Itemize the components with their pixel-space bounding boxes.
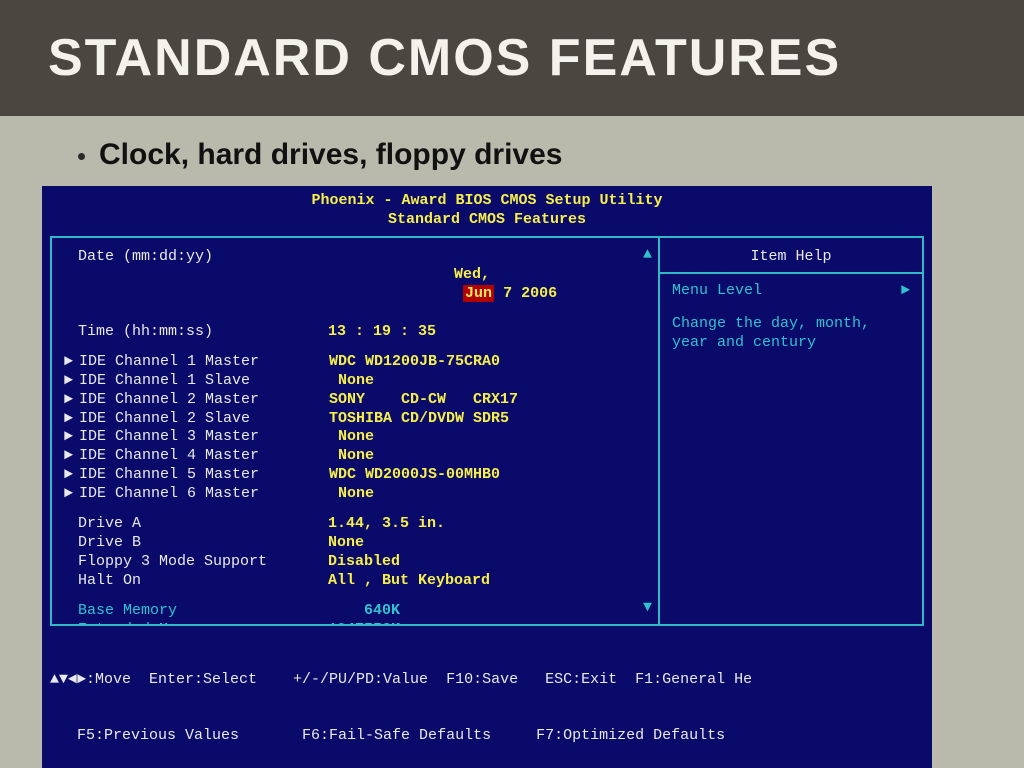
ide-row[interactable]: ► IDE Channel 1 Slave None bbox=[64, 372, 650, 391]
ide-label: IDE Channel 4 Master bbox=[79, 447, 329, 466]
submenu-icon: ► bbox=[901, 282, 910, 301]
drive-value: All , But Keyboard bbox=[328, 572, 490, 591]
ide-value: WDC WD1200JB-75CRA0 bbox=[329, 353, 500, 372]
ide-value: None bbox=[329, 372, 374, 391]
submenu-icon: ► bbox=[64, 466, 73, 485]
drive-label: Halt On bbox=[78, 572, 328, 591]
ide-row[interactable]: ► IDE Channel 4 Master None bbox=[64, 447, 650, 466]
ide-value: None bbox=[329, 428, 374, 447]
submenu-icon: ► bbox=[64, 447, 73, 466]
ide-label: IDE Channel 1 Slave bbox=[79, 372, 329, 391]
drive-row[interactable]: Drive BNone bbox=[64, 534, 650, 553]
ide-label: IDE Channel 2 Master bbox=[79, 391, 329, 410]
drive-value: None bbox=[328, 534, 364, 553]
key-hint-line-2: F5:Previous Values F6:Fail-Safe Defaults… bbox=[50, 727, 924, 746]
bios-screenshot: Phoenix - Award BIOS CMOS Setup Utility … bbox=[42, 186, 932, 768]
submenu-icon: ► bbox=[64, 372, 73, 391]
ide-row[interactable]: ► IDE Channel 6 Master None bbox=[64, 485, 650, 504]
ide-row[interactable]: ► IDE Channel 3 Master None bbox=[64, 428, 650, 447]
ide-value: SONY CD-CW CRX17 bbox=[329, 391, 518, 410]
drive-row[interactable]: Halt OnAll , But Keyboard bbox=[64, 572, 650, 591]
key-hint-line-1: ▲▼◄►:Move Enter:Select +/-/PU/PD:Value F… bbox=[50, 671, 924, 690]
ide-label: IDE Channel 1 Master bbox=[79, 353, 329, 372]
help-title: Item Help bbox=[672, 248, 910, 273]
time-value: 13 : 19 : 35 bbox=[328, 323, 436, 342]
memory-label: Extended Memory bbox=[78, 621, 328, 624]
drive-row[interactable]: Floppy 3 Mode SupportDisabled bbox=[64, 553, 650, 572]
drive-label: Drive B bbox=[78, 534, 328, 553]
ide-value: TOSHIBA CD/DVDW SDR5 bbox=[329, 410, 509, 429]
slide-title-band: STANDARD CMOS FEATURES bbox=[0, 0, 1024, 116]
time-row[interactable]: Time (hh:mm:ss) 13 : 19 : 35 bbox=[64, 323, 650, 342]
bullet-icon bbox=[78, 153, 85, 160]
memory-value: 640K bbox=[328, 602, 400, 621]
bullet-text: Clock, hard drives, floppy drives bbox=[99, 138, 562, 172]
ide-row[interactable]: ► IDE Channel 1 MasterWDC WD1200JB-75CRA0 bbox=[64, 353, 650, 372]
help-body: Change the day, month, year and century bbox=[672, 315, 910, 353]
drive-label: Drive A bbox=[78, 515, 328, 534]
submenu-icon: ► bbox=[64, 353, 73, 372]
submenu-icon: ► bbox=[64, 428, 73, 447]
submenu-icon: ► bbox=[64, 410, 73, 429]
memory-row: Base Memory 640K bbox=[64, 602, 650, 621]
drive-value: Disabled bbox=[328, 553, 400, 572]
slide-title: STANDARD CMOS FEATURES bbox=[48, 28, 976, 88]
submenu-icon: ► bbox=[64, 391, 73, 410]
bullet-item: Clock, hard drives, floppy drives bbox=[78, 138, 976, 172]
drive-row[interactable]: Drive A1.44, 3.5 in. bbox=[64, 515, 650, 534]
drive-label: Floppy 3 Mode Support bbox=[78, 553, 328, 572]
scroll-down-icon: ▼ bbox=[643, 599, 652, 618]
ide-label: IDE Channel 2 Slave bbox=[79, 410, 329, 429]
help-level-label: Menu Level bbox=[672, 282, 762, 301]
ide-value: WDC WD2000JS-00MHB0 bbox=[329, 466, 500, 485]
memory-label: Base Memory bbox=[78, 602, 328, 621]
memory-value: 1047552K bbox=[328, 621, 400, 624]
ide-row[interactable]: ► IDE Channel 2 SlaveTOSHIBA CD/DVDW SDR5 bbox=[64, 410, 650, 429]
drive-value: 1.44, 3.5 in. bbox=[328, 515, 445, 534]
date-label: Date (mm:dd:yy) bbox=[78, 248, 328, 323]
help-menu-level: Menu Level ► bbox=[672, 282, 910, 301]
bios-help-panel: Item Help Menu Level ► Change the day, m… bbox=[660, 238, 922, 624]
date-weekday: Wed, bbox=[454, 266, 490, 283]
ide-row[interactable]: ► IDE Channel 2 MasterSONY CD-CW CRX17 bbox=[64, 391, 650, 410]
presentation-slide: STANDARD CMOS FEATURES Clock, hard drive… bbox=[0, 0, 1024, 768]
scroll-up-icon: ▲ bbox=[643, 246, 652, 265]
date-rest: 7 2006 bbox=[494, 285, 557, 302]
bios-settings-panel: ▲ ▼ Date (mm:dd:yy) Wed, Jun 7 2006 Time… bbox=[52, 238, 660, 624]
ide-value: None bbox=[329, 447, 374, 466]
memory-row: Extended Memory1047552K bbox=[64, 621, 650, 624]
time-label: Time (hh:mm:ss) bbox=[78, 323, 328, 342]
submenu-icon: ► bbox=[64, 485, 73, 504]
bios-frame: ▲ ▼ Date (mm:dd:yy) Wed, Jun 7 2006 Time… bbox=[50, 236, 924, 626]
help-divider bbox=[660, 272, 922, 274]
ide-row[interactable]: ► IDE Channel 5 MasterWDC WD2000JS-00MHB0 bbox=[64, 466, 650, 485]
ide-label: IDE Channel 3 Master bbox=[79, 428, 329, 447]
bios-header-2: Standard CMOS Features bbox=[50, 211, 924, 230]
slide-body: Clock, hard drives, floppy drives Phoeni… bbox=[0, 116, 1024, 768]
date-row[interactable]: Date (mm:dd:yy) Wed, Jun 7 2006 bbox=[64, 248, 650, 323]
date-month-selected[interactable]: Jun bbox=[463, 285, 494, 302]
ide-label: IDE Channel 5 Master bbox=[79, 466, 329, 485]
bios-header-1: Phoenix - Award BIOS CMOS Setup Utility bbox=[50, 192, 924, 211]
ide-value: None bbox=[329, 485, 374, 504]
ide-label: IDE Channel 6 Master bbox=[79, 485, 329, 504]
bios-key-hints: ▲▼◄►:Move Enter:Select +/-/PU/PD:Value F… bbox=[50, 634, 924, 768]
